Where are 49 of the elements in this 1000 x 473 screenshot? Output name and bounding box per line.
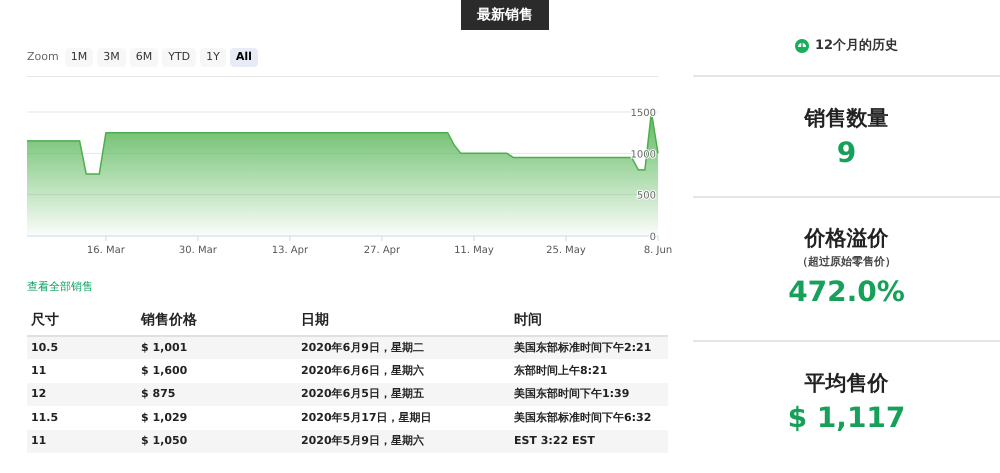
table-cell: 东部时间上午8:21	[510, 359, 668, 382]
column-header: 尺寸	[27, 306, 137, 336]
stat-value: 9	[836, 136, 856, 170]
stat-label: 销售数量	[804, 105, 888, 132]
table-cell: 2020年5月17日，星期日	[297, 406, 510, 430]
table-cell: 美国东部时间下午1:39	[510, 382, 668, 406]
table-cell: EST 3:22 EST	[510, 430, 668, 453]
table-cell: 2020年6月6日，星期六	[297, 359, 510, 382]
table-cell: 11	[27, 359, 137, 382]
table-cell: $ 1,001	[137, 336, 297, 359]
zoom-button[interactable]: 3M	[97, 48, 126, 66]
table-cell: 2020年5月9日，星期六	[297, 430, 510, 453]
table-cell: 2020年6月5日，星期五	[297, 382, 510, 406]
zoom-button[interactable]: 1Y	[200, 48, 226, 66]
x-axis-label: 27. Apr	[364, 245, 400, 256]
x-axis-label: 25. May	[546, 245, 586, 256]
zoom-label: Zoom	[27, 48, 59, 65]
table-cell: 10.5	[27, 336, 137, 359]
stat-value: $ 1,117	[788, 401, 906, 435]
x-axis-label: 16. Mar	[86, 245, 125, 256]
table-cell: 12	[27, 382, 137, 406]
history-title: 12个月的历史	[814, 37, 898, 56]
x-axis-label: 8. Jun	[644, 245, 672, 256]
table-cell: $ 1,050	[137, 430, 297, 453]
zoom-button[interactable]: YTD	[162, 48, 196, 66]
column-header: 日期	[297, 306, 510, 336]
column-header: 时间	[510, 306, 668, 336]
stat-label: 平均售价	[804, 370, 888, 397]
y-axis-label: 500	[636, 190, 656, 202]
table-cell: $ 875	[137, 382, 297, 406]
stat-label: 价格溢价	[804, 225, 888, 252]
x-axis-label: 13. Apr	[272, 245, 308, 256]
stat-sublabel: （超过原始零售价）	[797, 254, 896, 270]
x-axis-label: 11. May	[454, 245, 494, 256]
x-axis-label: 30. Mar	[178, 245, 217, 256]
zoom-button[interactable]: 6M	[130, 48, 158, 66]
table-cell: $ 1,600	[137, 359, 297, 382]
stat-value: 472.0%	[788, 274, 905, 308]
table-cell: 2020年6月9日，星期二	[297, 336, 510, 359]
column-header: 销售价格	[137, 306, 297, 336]
table-cell: 美国东部标准时间下午6:32	[510, 406, 668, 430]
zoom-button[interactable]: 1M	[64, 48, 94, 66]
table-cell: $ 1,029	[137, 406, 297, 430]
table-cell: 美国东部标准时间下午2:21	[510, 336, 668, 359]
section-tab[interactable]: 最新销售	[461, 0, 549, 30]
zoom-button[interactable]: All	[230, 48, 258, 66]
table-cell: 11	[27, 430, 137, 453]
y-axis-label: 0	[650, 232, 656, 243]
table-cell: 11.5	[27, 406, 137, 430]
